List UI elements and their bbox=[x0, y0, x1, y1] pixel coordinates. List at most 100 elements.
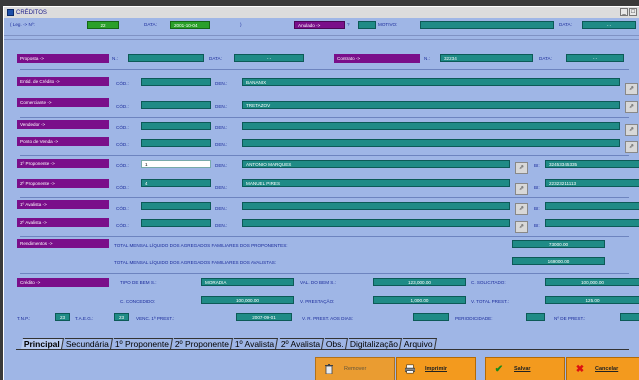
avalista2-bi-field[interactable] bbox=[545, 219, 639, 227]
avalista1-cod-label: CÓD.: bbox=[116, 206, 129, 211]
ponto-venda-pick-icon[interactable]: ⇗ bbox=[625, 141, 638, 153]
tab-obs[interactable]: Obs. bbox=[322, 338, 348, 349]
entidade-credito-label: Entid. de Crédito -> bbox=[17, 77, 109, 86]
vendedor-cod-field[interactable] bbox=[141, 122, 211, 130]
check-icon: ✔ bbox=[494, 363, 504, 375]
avalista1-cod-field[interactable] bbox=[141, 202, 211, 210]
tab-arquivo[interactable]: Arquivo bbox=[401, 338, 437, 349]
tab-secundaria[interactable]: Secundária bbox=[62, 338, 113, 349]
ponto-venda-den-field[interactable] bbox=[242, 139, 620, 147]
proponente1-den-field[interactable]: ANTONIO MARQUES bbox=[242, 160, 510, 168]
proposta-n-field[interactable] bbox=[128, 54, 204, 62]
avalista2-den-label: DEN.: bbox=[215, 223, 228, 228]
vendedor-den-field[interactable] bbox=[242, 122, 620, 130]
tnp-field[interactable]: 23 bbox=[55, 313, 70, 321]
entidade-credito-den-field[interactable]: BANANIX bbox=[242, 78, 620, 86]
proposta-date-field[interactable]: - - bbox=[234, 54, 304, 62]
vendedor-pick-icon[interactable]: ⇗ bbox=[625, 124, 638, 136]
contrato-date-field[interactable]: - - bbox=[566, 54, 624, 62]
salvar-button[interactable]: ✔ Salvar bbox=[485, 357, 565, 380]
divider bbox=[4, 35, 639, 36]
cancelar-button[interactable]: ✖ Cancelar bbox=[566, 357, 639, 380]
status-field[interactable] bbox=[358, 21, 376, 29]
divider bbox=[4, 39, 639, 40]
avalista2-cod-field[interactable] bbox=[141, 219, 211, 227]
taeg-field[interactable]: 23 bbox=[114, 313, 129, 321]
motivo-field[interactable] bbox=[420, 21, 554, 29]
rendimentos-proponentes-label: TOTAL MENSAL LÍQUIDO DOS AGREGADOS FAMIL… bbox=[114, 243, 288, 248]
periodicidade-label: PERIODICIDADE: bbox=[455, 316, 493, 321]
rendimentos-avalistas-field[interactable]: 169000.00 bbox=[512, 257, 605, 265]
rendimentos-label: Rendimentos -> bbox=[17, 239, 109, 248]
solicitado-field[interactable]: 100,000.00 bbox=[545, 278, 639, 286]
concedido-label: C. CONCEDIDO: bbox=[120, 299, 156, 304]
comerciante-pick-icon[interactable]: ⇗ bbox=[625, 101, 638, 113]
imprimir-button[interactable]: Imprimir bbox=[396, 357, 476, 380]
trash-icon bbox=[324, 363, 334, 375]
tab-1-avalista[interactable]: 1º Avalista bbox=[232, 338, 279, 349]
leg-number-field[interactable]: 22 bbox=[87, 21, 119, 29]
cancelar-label: Cancelar bbox=[595, 366, 619, 372]
entidade-credito-pick-icon[interactable]: ⇗ bbox=[625, 83, 638, 95]
salvar-label: Salvar bbox=[514, 366, 531, 372]
comerciante-den-field[interactable]: TRETAZOV bbox=[242, 101, 620, 109]
proponente2-cod-field[interactable]: 4 bbox=[141, 179, 211, 187]
proponente1-bi-field[interactable]: 32453345335 bbox=[545, 160, 639, 168]
tab-2-proponente[interactable]: 2º Proponente bbox=[172, 338, 234, 349]
close-icon: ✖ bbox=[575, 363, 585, 375]
divider bbox=[20, 236, 629, 237]
maximize-button[interactable]: □ bbox=[629, 8, 637, 16]
header-date2-label: DATA: bbox=[559, 22, 572, 27]
tab-bar: Principal Secundária 1º Proponente 2º Pr… bbox=[21, 337, 437, 349]
venc-field[interactable]: 2007-09-01 bbox=[236, 313, 292, 321]
proponente2-den-field[interactable]: MANUEL PIRES bbox=[242, 179, 510, 187]
tab-2-avalista[interactable]: 2º Avalista bbox=[277, 338, 324, 349]
proponente2-pick-icon[interactable]: ⇗ bbox=[515, 183, 528, 195]
ponto-venda-cod-field[interactable] bbox=[141, 139, 211, 147]
header-paren: ) bbox=[240, 22, 242, 27]
avalista2-label: 2º Avalista -> bbox=[17, 218, 109, 227]
prestacao-field[interactable]: 1,000.00 bbox=[373, 296, 466, 304]
remover-button[interactable]: Remover bbox=[315, 357, 395, 380]
comerciante-cod-label: CÓD.: bbox=[116, 104, 129, 109]
header-date2-field[interactable]: - - bbox=[582, 21, 636, 29]
periodicidade-field[interactable] bbox=[526, 313, 545, 321]
contrato-n-field[interactable]: 32234 bbox=[440, 54, 533, 62]
avalista1-pick-icon[interactable]: ⇗ bbox=[515, 203, 528, 215]
tipo-bem-field[interactable]: MORADIA bbox=[201, 278, 294, 286]
motivo-label: MOTIVO: bbox=[378, 22, 398, 27]
proponente2-bi-field[interactable]: 22323211113 bbox=[545, 179, 639, 187]
avalista1-bi-label: BI: bbox=[534, 206, 540, 211]
divider bbox=[20, 117, 629, 118]
contrato-n-label: N.: bbox=[424, 56, 430, 61]
proponente1-pick-icon[interactable]: ⇗ bbox=[515, 162, 528, 174]
comerciante-cod-field[interactable] bbox=[141, 101, 211, 109]
tab-1-proponente[interactable]: 1º Proponente bbox=[111, 338, 174, 349]
avalista1-den-field[interactable] bbox=[242, 202, 510, 210]
n-prest-field[interactable] bbox=[620, 313, 639, 321]
concedido-field[interactable]: 100,000.00 bbox=[201, 296, 294, 304]
comerciante-label: Comerciante -> bbox=[17, 98, 109, 107]
divider bbox=[20, 273, 629, 274]
tnp-label: T.N.P.: bbox=[17, 316, 31, 321]
proponente1-cod-field[interactable]: 1 bbox=[141, 160, 211, 168]
avalista1-label: 1º Avalista -> bbox=[17, 200, 109, 209]
vr-prest-label: V. R. PREST. AOS DIAS: bbox=[302, 316, 354, 321]
avalista1-bi-field[interactable] bbox=[545, 202, 639, 210]
avalista2-den-field[interactable] bbox=[242, 219, 510, 227]
minimize-button[interactable]: _ bbox=[620, 8, 628, 16]
avalista2-pick-icon[interactable]: ⇗ bbox=[515, 221, 528, 233]
divider bbox=[20, 69, 629, 70]
valor-bem-field[interactable]: 123,000.00 bbox=[373, 278, 466, 286]
venc-label: VENC. 1ª PREST.: bbox=[136, 316, 175, 321]
rendimentos-proponentes-field[interactable]: 73000.00 bbox=[512, 240, 605, 248]
leg-label: ( Leg. -> Nº: bbox=[10, 22, 35, 27]
printer-icon bbox=[405, 363, 415, 375]
tab-digitalizacao[interactable]: Digitalização bbox=[346, 338, 403, 349]
tab-principal[interactable]: Principal bbox=[21, 338, 64, 349]
proposta-label: Proposta -> bbox=[17, 54, 109, 63]
header-date-field[interactable]: 2001-10-04 bbox=[170, 21, 210, 29]
vr-prest-field[interactable] bbox=[413, 313, 449, 321]
total-prest-field[interactable]: 125.00 bbox=[545, 296, 639, 304]
entidade-credito-cod-field[interactable] bbox=[141, 78, 211, 86]
